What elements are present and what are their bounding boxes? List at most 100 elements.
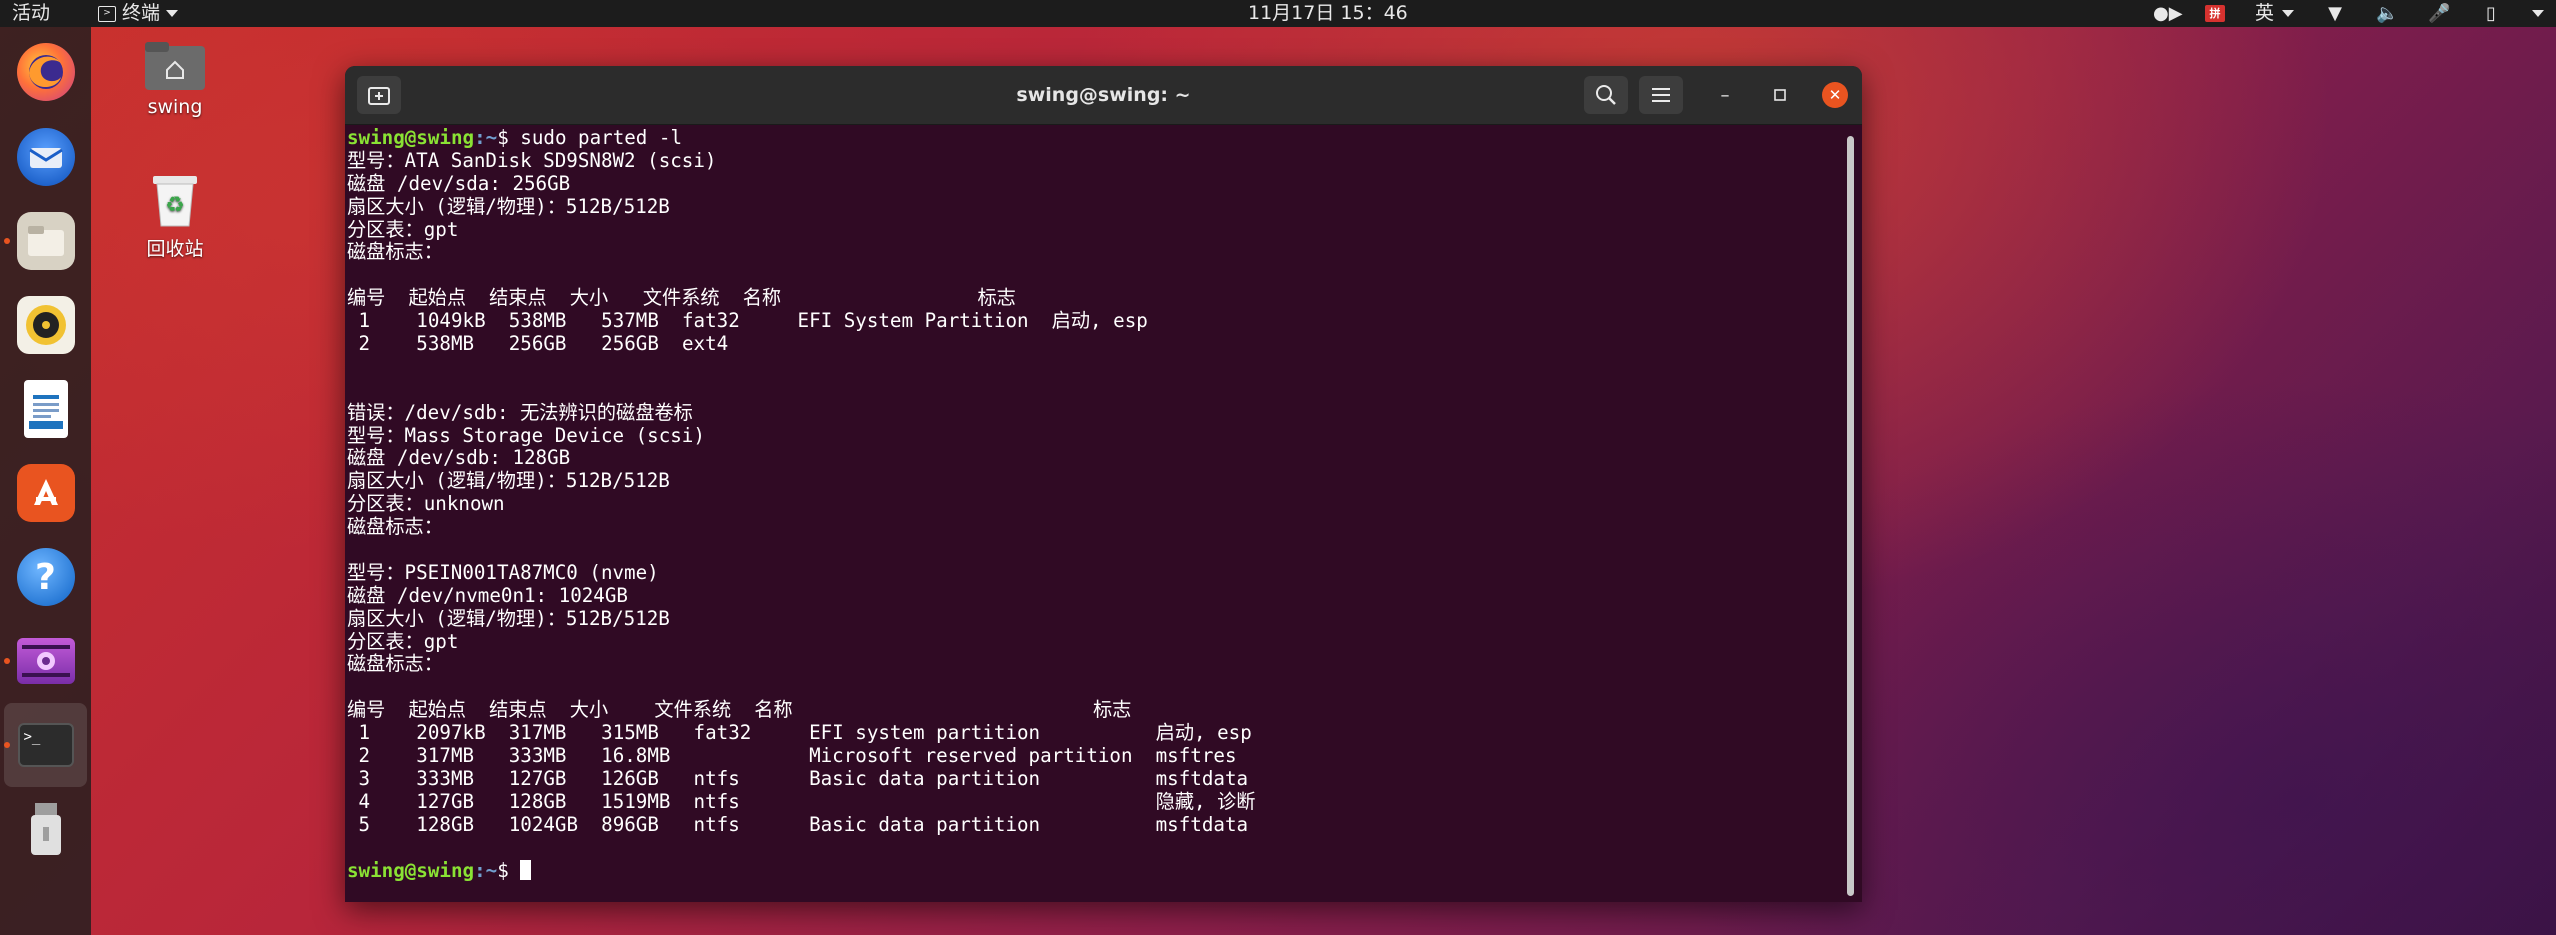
output-line: 磁盘 /dev/sdb: 128GB bbox=[347, 446, 571, 470]
terminal-app-icon: > bbox=[98, 5, 116, 22]
system-menu-chevron-icon[interactable] bbox=[2532, 10, 2544, 17]
scrollbar[interactable] bbox=[1847, 136, 1854, 896]
system-tray: ●▶ 拼 英 ▼ 🔈 🎤 ▯ bbox=[2153, 0, 2544, 27]
terminal-window[interactable]: swing@swing: ~ – ✕ swing@swing:~$ sudo p… bbox=[345, 66, 1862, 902]
writer-icon bbox=[23, 380, 68, 438]
output-line: 型号：PSEIN001TA87MC0 (nvme) bbox=[347, 560, 659, 584]
help-icon: ? bbox=[16, 548, 75, 606]
dock-firefox[interactable] bbox=[0, 30, 91, 114]
svg-text:♻: ♻ bbox=[165, 193, 185, 218]
wifi-icon[interactable]: ▼ bbox=[2324, 3, 2346, 24]
output-line: 编号 起始点 结束点 大小 文件系统 名称 标志 bbox=[347, 286, 1016, 310]
command-text: $ sudo parted -l bbox=[497, 126, 683, 149]
output-lines: 型号：ATA SanDisk SD9SN8W2 (scsi) 磁盘 /dev/sd… bbox=[347, 148, 1837, 860]
dock-usb-drive[interactable] bbox=[0, 787, 91, 871]
screen-record-icon[interactable]: ●▶ bbox=[2153, 3, 2183, 24]
maximize-icon bbox=[1774, 89, 1786, 101]
activities-button[interactable]: 活动 bbox=[12, 0, 50, 27]
output-line: 磁盘标志： bbox=[347, 515, 443, 539]
output-line: 3 333MB 127GB 126GB ntfs Basic data part… bbox=[347, 766, 1249, 790]
prompt-user: swing@swing bbox=[347, 126, 475, 149]
input-method-menu[interactable]: 英 bbox=[2255, 0, 2294, 27]
output-line: 1 2097kB 317MB 315MB fat32 EFI system pa… bbox=[347, 721, 1252, 745]
output-line: 磁盘标志： bbox=[347, 652, 443, 676]
text-cursor bbox=[520, 859, 532, 880]
dock-software[interactable] bbox=[0, 451, 91, 535]
minimize-button[interactable]: – bbox=[1712, 82, 1738, 108]
trash-icon: ♻ bbox=[149, 172, 201, 228]
running-indicator bbox=[4, 238, 10, 244]
video-icon bbox=[16, 638, 75, 684]
top-bar: 活动 > 终端 11月17日 15：46 ●▶ 拼 英 ▼ 🔈 🎤 ▯ bbox=[0, 0, 2556, 27]
home-folder-label: swing bbox=[147, 96, 203, 118]
app-menu[interactable]: > 终端 bbox=[98, 0, 179, 27]
output-line: 错误：/dev/sdb: 无法辨识的磁盘卷标 bbox=[347, 400, 693, 424]
output-line: 扇区大小 (逻辑/物理)：512B/512B bbox=[347, 606, 670, 630]
software-icon bbox=[16, 464, 75, 522]
dock-rhythmbox[interactable] bbox=[0, 283, 91, 367]
output-line: 2 538MB 256GB 256GB ext4 bbox=[347, 332, 729, 356]
output-line: 1 1049kB 538MB 537MB fat32 EFI System Pa… bbox=[347, 309, 1148, 333]
firefox-icon bbox=[16, 43, 75, 101]
terminal-output[interactable]: swing@swing:~$ sudo parted -l 型号：ATA San… bbox=[347, 124, 1837, 902]
output-line: 分区表：gpt bbox=[347, 217, 459, 241]
output-line: 磁盘 /dev/sda: 256GB bbox=[347, 171, 571, 195]
clock[interactable]: 11月17日 15：46 bbox=[1248, 0, 1408, 27]
hamburger-menu-icon bbox=[1652, 88, 1670, 102]
close-button[interactable]: ✕ bbox=[1822, 82, 1848, 108]
running-indicator bbox=[4, 658, 10, 664]
dock-writer[interactable] bbox=[0, 367, 91, 451]
thunderbird-icon bbox=[16, 128, 75, 186]
volume-icon[interactable]: 🔈 bbox=[2376, 3, 2398, 24]
dock: ? >_ bbox=[0, 27, 91, 935]
output-line: 型号：Mass Storage Device (scsi) bbox=[347, 423, 705, 447]
output-line: 分区表：gpt bbox=[347, 629, 459, 653]
chevron-down-icon bbox=[2282, 10, 2294, 17]
search-icon bbox=[1596, 85, 1616, 105]
output-line: 4 127GB 128GB 1519MB ntfs 隐藏, 诊断 bbox=[347, 789, 1256, 813]
dock-files[interactable] bbox=[0, 199, 91, 283]
desktop-trash[interactable]: ♻ 回收站 bbox=[120, 172, 230, 261]
files-icon bbox=[16, 212, 75, 270]
terminal-icon: >_ bbox=[17, 723, 74, 767]
output-line: 扇区大小 (逻辑/物理)：512B/512B bbox=[347, 194, 670, 218]
final-prompt-line: swing@swing:~$ bbox=[347, 858, 1837, 883]
output-line: 2 317MB 333MB 16.8MB Microsoft reserved … bbox=[347, 744, 1237, 768]
prompt-path: :~ bbox=[474, 858, 498, 882]
output-line: 型号：ATA SanDisk SD9SN8W2 (scsi) bbox=[347, 148, 717, 172]
dock-terminal[interactable]: >_ bbox=[4, 703, 87, 787]
output-line: 5 128GB 1024GB 896GB ntfs Basic data par… bbox=[347, 812, 1249, 836]
dock-video[interactable] bbox=[0, 619, 91, 703]
output-line: 编号 起始点 结束点 大小 文件系统 名称 标志 bbox=[347, 698, 1132, 722]
prompt-user: swing@swing bbox=[347, 858, 475, 882]
home-folder-icon bbox=[145, 40, 205, 90]
prompt-suffix: $ bbox=[497, 858, 521, 882]
command-line: swing@swing:~$ sudo parted -l bbox=[347, 126, 1837, 150]
ime-badge-icon[interactable]: 拼 bbox=[2204, 5, 2225, 22]
rhythmbox-icon bbox=[16, 296, 75, 354]
output-line: 扇区大小 (逻辑/物理)：512B/512B bbox=[347, 469, 670, 493]
close-icon: ✕ bbox=[1828, 86, 1842, 104]
menu-button[interactable] bbox=[1639, 76, 1683, 114]
microphone-icon[interactable]: 🎤 bbox=[2428, 3, 2450, 24]
usb-drive-icon bbox=[17, 800, 75, 858]
output-line: 分区表：unknown bbox=[347, 492, 505, 516]
maximize-button[interactable] bbox=[1767, 82, 1793, 108]
dock-help[interactable]: ? bbox=[0, 535, 91, 619]
trash-label: 回收站 bbox=[146, 238, 204, 260]
terminal-header-bar[interactable]: swing@swing: ~ – ✕ bbox=[345, 66, 1862, 125]
chevron-down-icon bbox=[166, 10, 179, 17]
desktop-home-folder[interactable]: swing bbox=[120, 40, 230, 118]
dock-thunderbird[interactable] bbox=[0, 115, 91, 199]
prompt-path: :~ bbox=[474, 126, 498, 149]
running-indicator bbox=[4, 742, 10, 748]
input-method-label: 英 bbox=[2254, 2, 2274, 24]
battery-icon[interactable]: ▯ bbox=[2480, 3, 2502, 24]
window-title: swing@swing: ~ bbox=[1016, 84, 1191, 106]
search-button[interactable] bbox=[1584, 76, 1628, 114]
